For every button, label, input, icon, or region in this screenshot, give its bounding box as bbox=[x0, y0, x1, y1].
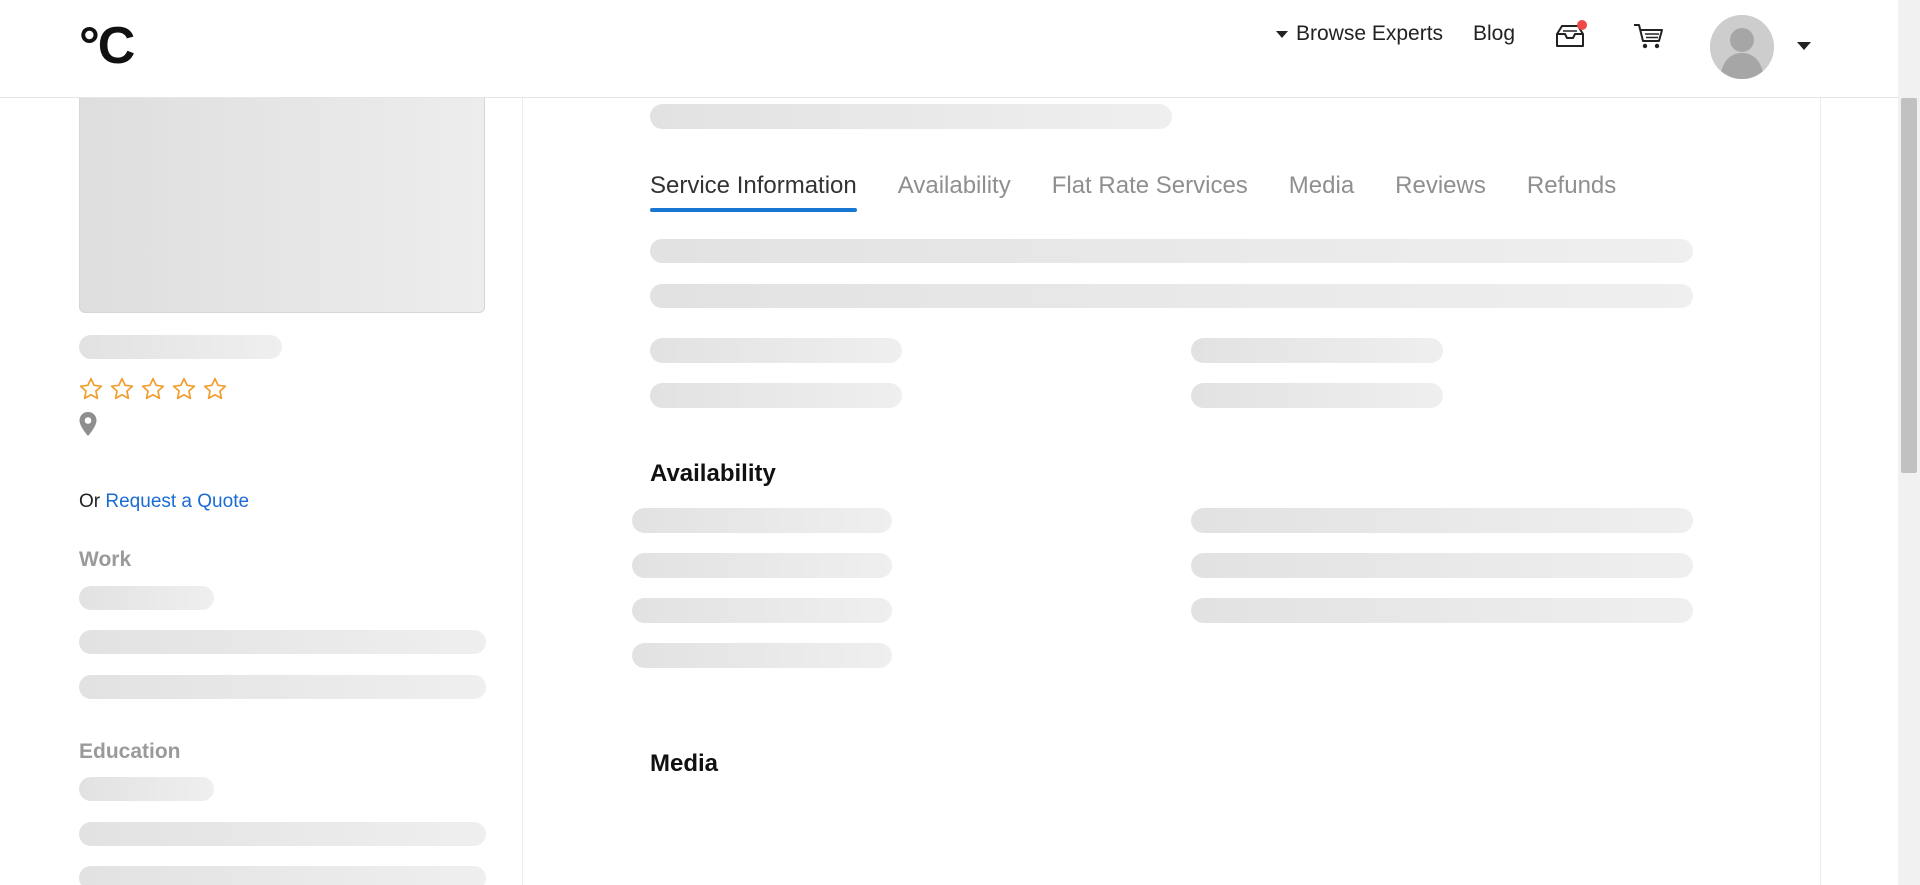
quote-prefix: Or bbox=[79, 491, 106, 512]
scrollbar-thumb[interactable] bbox=[1901, 98, 1917, 473]
top-navbar: °C Browse Experts Blog bbox=[0, 0, 1898, 98]
request-quote-link[interactable]: Request a Quote bbox=[105, 491, 249, 512]
education-skeleton bbox=[79, 866, 486, 885]
availability-skeleton bbox=[632, 553, 892, 578]
education-skeleton bbox=[79, 822, 486, 846]
browse-experts-label: Browse Experts bbox=[1296, 22, 1444, 45]
star-icon bbox=[141, 377, 165, 400]
star-icon bbox=[172, 377, 196, 400]
browse-experts-dropdown[interactable]: Browse Experts bbox=[1276, 22, 1443, 46]
tab-media[interactable]: Media bbox=[1289, 172, 1354, 212]
profile-photo-placeholder bbox=[79, 98, 485, 313]
name-skeleton bbox=[79, 335, 282, 359]
detail-skeleton bbox=[650, 338, 902, 363]
inbox-icon[interactable] bbox=[1553, 20, 1587, 50]
work-skeleton bbox=[79, 586, 214, 610]
user-avatar[interactable] bbox=[1710, 15, 1774, 79]
blog-link[interactable]: Blog bbox=[1473, 22, 1515, 46]
availability-skeleton bbox=[632, 508, 892, 533]
tab-service-information[interactable]: Service Information bbox=[650, 172, 857, 212]
education-skeleton bbox=[79, 777, 214, 801]
availability-skeleton bbox=[1191, 553, 1693, 578]
title-skeleton bbox=[650, 104, 1172, 129]
availability-skeleton bbox=[1191, 508, 1693, 533]
notification-dot bbox=[1577, 20, 1587, 30]
rating-stars bbox=[78, 376, 228, 402]
location-pin-icon bbox=[78, 411, 98, 442]
profile-tabs: Service Information Availability Flat Ra… bbox=[650, 172, 1616, 212]
work-skeleton bbox=[79, 630, 486, 654]
work-skeleton bbox=[79, 675, 486, 699]
cart-icon[interactable] bbox=[1632, 22, 1666, 50]
education-heading: Education bbox=[79, 740, 181, 763]
detail-skeleton bbox=[1191, 383, 1443, 408]
description-skeleton bbox=[650, 284, 1693, 308]
caret-down-icon bbox=[1276, 30, 1288, 38]
work-heading: Work bbox=[79, 548, 132, 571]
availability-skeleton bbox=[632, 598, 892, 623]
tab-refunds[interactable]: Refunds bbox=[1527, 172, 1616, 212]
detail-skeleton bbox=[650, 383, 902, 408]
star-icon bbox=[203, 377, 227, 400]
site-logo[interactable]: °C bbox=[79, 20, 135, 72]
column-divider bbox=[1820, 98, 1821, 885]
column-divider bbox=[522, 98, 523, 885]
tab-reviews[interactable]: Reviews bbox=[1395, 172, 1486, 212]
availability-heading: Availability bbox=[650, 460, 776, 487]
account-menu-caret-icon[interactable] bbox=[1797, 42, 1811, 50]
availability-skeleton bbox=[632, 643, 892, 668]
media-heading: Media bbox=[650, 750, 719, 777]
detail-skeleton bbox=[1191, 338, 1443, 363]
request-quote-line: Or Request a Quote bbox=[79, 491, 249, 513]
tab-flat-rate-services[interactable]: Flat Rate Services bbox=[1052, 172, 1248, 212]
tab-availability[interactable]: Availability bbox=[898, 172, 1011, 212]
availability-skeleton bbox=[1191, 598, 1693, 623]
page-scrollbar[interactable] bbox=[1898, 0, 1920, 885]
star-icon bbox=[110, 377, 134, 400]
description-skeleton bbox=[650, 239, 1693, 263]
star-icon bbox=[79, 377, 103, 400]
